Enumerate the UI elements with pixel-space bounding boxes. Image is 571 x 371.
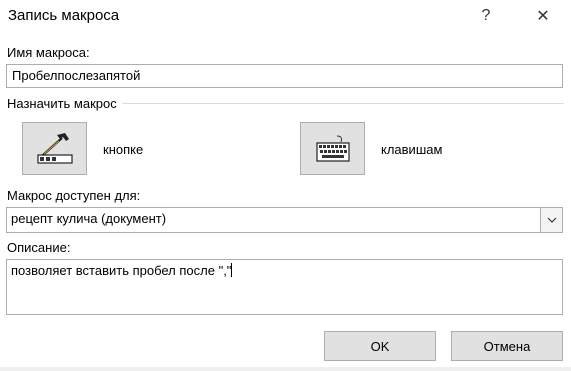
- ok-button[interactable]: OK: [324, 331, 436, 361]
- cancel-button[interactable]: Отмена: [451, 331, 563, 361]
- hammer-button-icon: [36, 132, 73, 164]
- bottom-edge: [0, 367, 571, 371]
- macro-name-input[interactable]: Пробелпослезапятой: [6, 64, 563, 88]
- group-divider: [122, 103, 564, 104]
- text-caret: [231, 263, 233, 277]
- description-label: Описание:: [7, 240, 71, 255]
- chevron-down-icon[interactable]: [540, 208, 562, 232]
- assign-to-keyboard-button[interactable]: [300, 122, 365, 175]
- assign-to-button-button[interactable]: [22, 122, 87, 175]
- available-for-value: рецепт кулича (документ): [11, 211, 167, 226]
- dialog-title: Запись макроса: [8, 7, 120, 24]
- description-textarea[interactable]: позволяет вставить пробел после ",": [6, 259, 563, 315]
- description-text: позволяет вставить пробел после ",": [11, 263, 232, 278]
- close-button[interactable]: ✕: [528, 4, 558, 28]
- record-macro-dialog: Запись макроса ? ✕ Имя макроса: Пробелпо…: [0, 0, 571, 371]
- help-button[interactable]: ?: [471, 4, 501, 28]
- macro-name-label: Имя макроса:: [7, 45, 90, 60]
- available-for-label: Макрос доступен для:: [7, 188, 141, 203]
- assign-keyboard-label: клавишам: [381, 142, 443, 157]
- keyboard-icon: [315, 135, 350, 162]
- available-for-select[interactable]: рецепт кулича (документ): [6, 207, 563, 233]
- assign-button-label: кнопке: [103, 142, 144, 157]
- assign-macro-label: Назначить макрос: [7, 96, 117, 111]
